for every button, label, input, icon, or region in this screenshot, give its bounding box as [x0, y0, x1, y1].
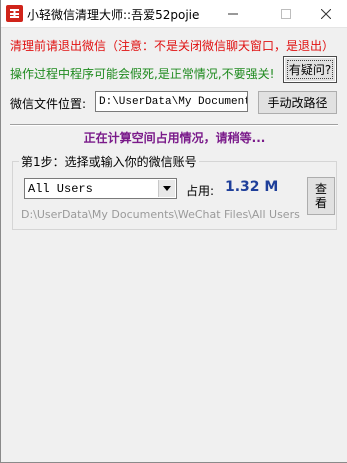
app-window: 小轻微信清理大师::吾爱52pojie 清理前请退出微信（注意：不是关闭微信聊天…: [0, 0, 347, 463]
freeze-warning: 操作过程中程序可能会假死,是正常情况,不要强关!: [10, 67, 275, 81]
usage-label: 占用:: [186, 184, 215, 198]
question-button[interactable]: 有疑问?: [283, 56, 337, 83]
account-full-path: D:\UserData\My Documents\WeChat Files\Al…: [21, 208, 300, 221]
view-button-label-1: 查: [314, 182, 327, 196]
divider: [10, 124, 338, 126]
view-button[interactable]: 查 看: [307, 177, 335, 215]
calculating-status: 正在计算空间占用情况，请稍等...: [83, 131, 266, 145]
window-title: 小轻微信清理大师::吾爱52pojie: [27, 8, 200, 22]
account-select[interactable]: All Users: [24, 178, 177, 199]
exit-wechat-warning: 清理前请退出微信（注意：不是关闭微信聊天窗口，是退出）: [10, 39, 335, 53]
path-label: 微信文件位置:: [10, 97, 87, 111]
usage-value: 1.32 M: [225, 179, 279, 195]
change-path-button[interactable]: 手动改路径: [258, 91, 337, 114]
step1-legend: 第1步：选择或输入你的微信账号: [19, 153, 199, 170]
account-select-value: All Users: [28, 182, 93, 196]
path-input[interactable]: [95, 91, 248, 112]
wechat-cleaner-app-icon: [6, 5, 23, 22]
chevron-down-icon[interactable]: [158, 180, 175, 197]
title-bar[interactable]: 小轻微信清理大师::吾爱52pojie: [1, 0, 347, 28]
close-icon[interactable]: [303, 0, 347, 27]
view-button-label-2: 看: [314, 196, 327, 210]
minimize-icon[interactable]: [210, 0, 256, 27]
